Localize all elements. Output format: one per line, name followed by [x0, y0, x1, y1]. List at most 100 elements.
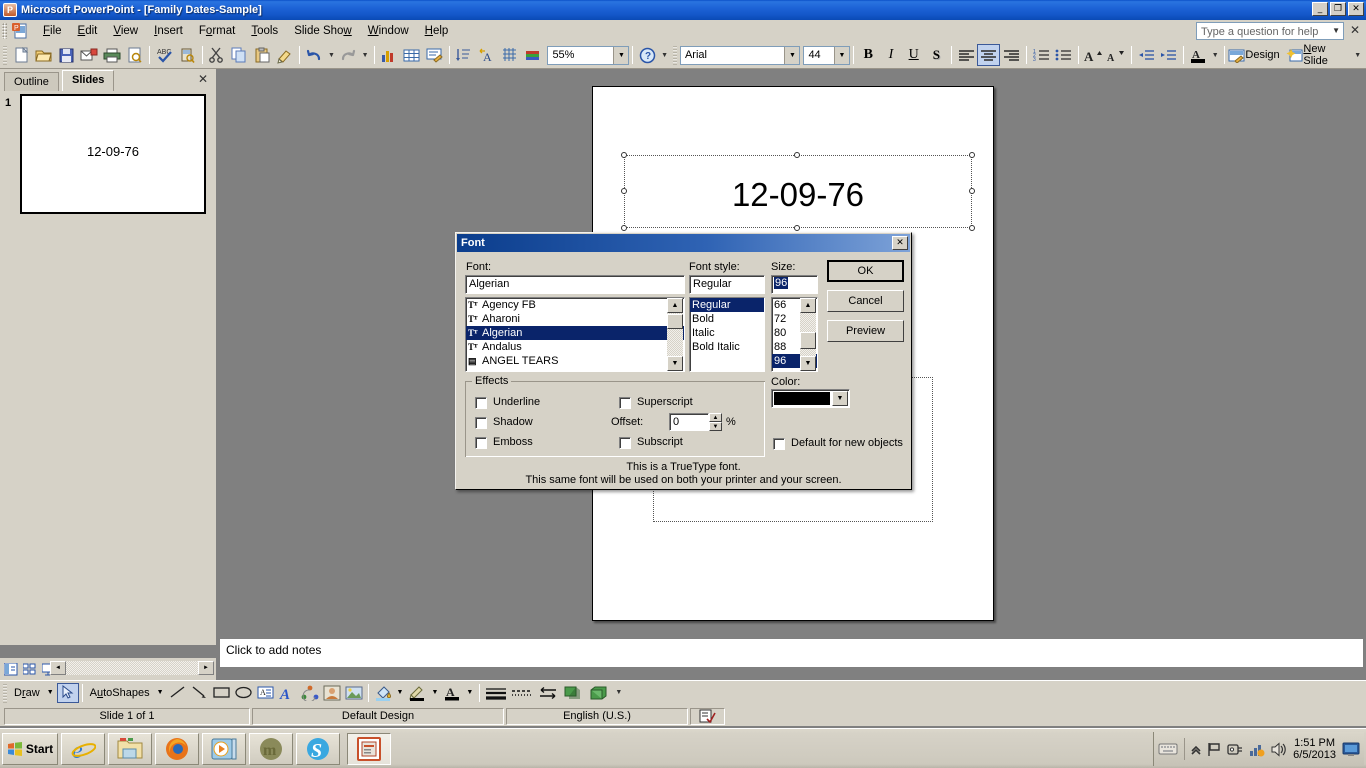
cut-icon[interactable]: [206, 44, 229, 66]
select-arrow-icon[interactable]: [56, 682, 79, 703]
resize-handle-nw[interactable]: [621, 152, 627, 158]
restore-button[interactable]: ❐: [1330, 2, 1346, 16]
flag-icon[interactable]: [1207, 742, 1221, 757]
emboss-checkbox[interactable]: [475, 437, 487, 449]
underline-label[interactable]: Underline: [493, 396, 540, 408]
scroll-up-button[interactable]: ▲: [800, 298, 816, 313]
picture-icon[interactable]: [343, 683, 365, 703]
font-size-combo[interactable]: 44 ▼: [803, 45, 850, 65]
new-slide-button-label[interactable]: New Slide: [1303, 43, 1352, 67]
slide-sorter-view-button[interactable]: [22, 661, 38, 677]
shadow-label[interactable]: Shadow: [493, 416, 533, 428]
preview-button[interactable]: Preview: [827, 320, 904, 342]
formatting-toolbar-grip[interactable]: [673, 45, 677, 65]
open-folder-icon[interactable]: [33, 44, 56, 66]
align-right-button[interactable]: [1000, 44, 1023, 66]
align-left-button[interactable]: [955, 44, 978, 66]
status-language[interactable]: English (U.S.): [506, 707, 688, 725]
arrow-icon[interactable]: [189, 683, 211, 703]
menu-help[interactable]: Help: [417, 22, 457, 40]
oval-icon[interactable]: [233, 683, 255, 703]
font-name-input[interactable]: Algerian: [465, 275, 685, 294]
shadow-button[interactable]: S: [925, 44, 948, 66]
insert-chart-icon[interactable]: [378, 44, 401, 66]
rectangle-icon[interactable]: [211, 683, 233, 703]
arrow-style-icon[interactable]: [535, 683, 561, 703]
insert-table-icon[interactable]: [400, 44, 423, 66]
increase-font-size-button[interactable]: A: [1082, 44, 1105, 66]
font-color-icon[interactable]: A: [441, 683, 463, 703]
font-list-item[interactable]: Tᵀ Andalus: [466, 340, 684, 354]
numbered-list-button[interactable]: 123: [1030, 44, 1053, 66]
firefox-icon[interactable]: [155, 732, 199, 765]
media-player-icon[interactable]: [202, 732, 246, 765]
italic-button[interactable]: I: [880, 44, 903, 66]
drawbar-grip[interactable]: [3, 682, 7, 703]
bold-button[interactable]: B: [857, 44, 880, 66]
color-scheme-icon[interactable]: [521, 44, 544, 66]
menu-window[interactable]: Window: [360, 22, 417, 40]
design-button-label[interactable]: Design: [1245, 49, 1285, 61]
menu-view[interactable]: View: [105, 22, 146, 40]
superscript-label[interactable]: Superscript: [637, 396, 693, 408]
emboss-label[interactable]: Emboss: [493, 436, 533, 448]
increase-indent-button[interactable]: [1157, 44, 1180, 66]
font-style-item[interactable]: Italic: [690, 326, 764, 340]
shadow-style-icon[interactable]: [561, 683, 587, 703]
toolbar-overflow-button[interactable]: ▼: [659, 44, 670, 66]
offset-spinner[interactable]: ▲ ▼: [709, 413, 722, 431]
underline-button[interactable]: U: [902, 44, 925, 66]
spin-up-button[interactable]: ▲: [709, 413, 722, 422]
color-combo[interactable]: ▼: [771, 389, 850, 408]
new-slide-icon[interactable]: [1286, 44, 1304, 66]
font-list-item[interactable]: ▤ ANGEL TEARS: [466, 354, 684, 368]
toolbar-overflow-button-2[interactable]: ▼: [1352, 44, 1363, 66]
bulleted-list-button[interactable]: [1053, 44, 1076, 66]
start-button[interactable]: Start: [2, 732, 58, 765]
horizontal-scrollbar[interactable]: ◄ ►: [50, 660, 214, 676]
tab-slides[interactable]: Slides: [62, 70, 115, 91]
subscript-label[interactable]: Subscript: [637, 436, 683, 448]
email-icon[interactable]: [78, 44, 101, 66]
internet-explorer-icon[interactable]: e: [61, 732, 105, 765]
minimize-button[interactable]: _: [1312, 2, 1328, 16]
menu-format[interactable]: Format: [191, 22, 243, 40]
menu-edit[interactable]: Edit: [70, 22, 106, 40]
new-document-icon[interactable]: [10, 44, 33, 66]
tray-clock[interactable]: 1:51 PM 6/5/2013: [1293, 737, 1336, 761]
font-list[interactable]: Tᵀ Agency FB Tᵀ Aharoni Tᵀ Algerian Tᵀ Andal…: [465, 297, 685, 372]
resize-handle-sw[interactable]: [621, 225, 627, 231]
chevron-down-icon[interactable]: ▼: [394, 689, 407, 696]
ok-button[interactable]: OK: [827, 260, 904, 282]
help-input[interactable]: Type a question for help: [1196, 22, 1344, 40]
resize-handle-n[interactable]: [794, 152, 800, 158]
resize-handle-e[interactable]: [969, 187, 975, 194]
cancel-button[interactable]: Cancel: [827, 290, 904, 312]
chevron-down-icon[interactable]: ▼: [428, 689, 441, 696]
drawbar-overflow-button[interactable]: ▼: [613, 682, 624, 704]
font-list-item-selected[interactable]: Tᵀ Algerian: [466, 326, 684, 340]
toolbar-grip[interactable]: [3, 45, 7, 65]
align-center-button[interactable]: [977, 44, 1001, 66]
mozilla-icon[interactable]: m: [249, 732, 293, 765]
chevron-down-icon[interactable]: ▼: [613, 46, 629, 64]
diagram-icon[interactable]: [299, 683, 321, 703]
zoom-combo[interactable]: 55% ▼: [547, 45, 630, 65]
scroll-down-button[interactable]: ▼: [667, 356, 683, 371]
clipart-icon[interactable]: [321, 683, 343, 703]
undo-icon[interactable]: [303, 44, 326, 66]
help-icon[interactable]: ?: [636, 44, 659, 66]
resize-handle-s[interactable]: [794, 225, 800, 231]
redo-dropdown-icon[interactable]: ▼: [360, 44, 371, 66]
decrease-font-size-button[interactable]: A: [1105, 44, 1128, 66]
powerpoint-taskbar-icon[interactable]: [347, 732, 391, 765]
redo-icon[interactable]: [337, 44, 360, 66]
chevron-down-icon[interactable]: ▼: [44, 689, 57, 696]
resize-handle-w[interactable]: [621, 187, 627, 194]
menu-insert[interactable]: Insert: [146, 22, 191, 40]
chevron-down-icon[interactable]: ▼: [784, 46, 800, 64]
save-icon[interactable]: [55, 44, 78, 66]
scroll-up-button[interactable]: ▲: [667, 298, 683, 313]
line-style-icon[interactable]: [483, 683, 509, 703]
resize-handle-se[interactable]: [969, 225, 975, 231]
